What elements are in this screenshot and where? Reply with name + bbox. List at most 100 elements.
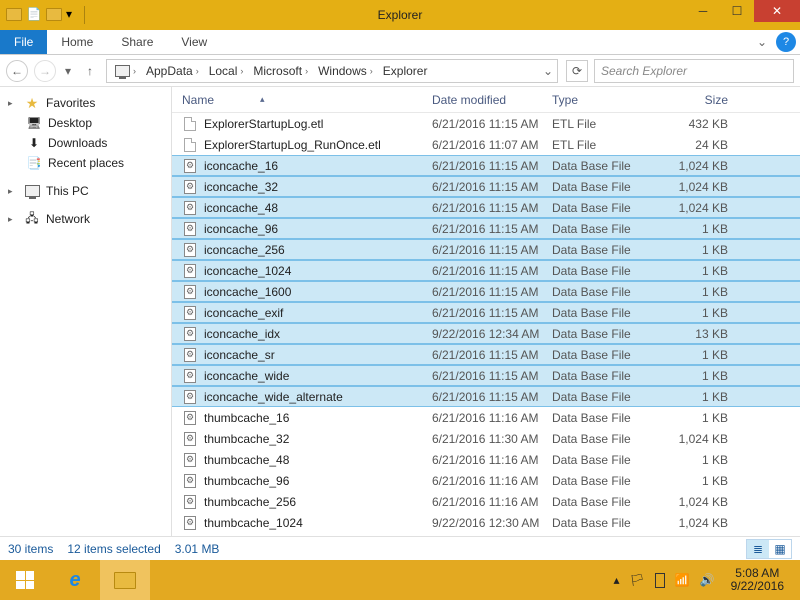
tray-up-icon[interactable]: ▴	[613, 573, 619, 587]
table-row[interactable]: iconcache_idx9/22/2016 12:34 AMData Base…	[172, 323, 800, 344]
file-date: 6/21/2016 11:15 AM	[432, 390, 552, 404]
address-bar: ← → ▾ ↑ › AppData› Local› Microsoft› Win…	[0, 55, 800, 87]
file-name: thumbcache_96	[204, 474, 289, 488]
table-row[interactable]: iconcache_486/21/2016 11:15 AMData Base …	[172, 197, 800, 218]
minimize-button[interactable]: ─	[686, 0, 720, 22]
table-row[interactable]: iconcache_wide_alternate6/21/2016 11:15 …	[172, 386, 800, 407]
sidebar-item-downloads[interactable]: ⬇Downloads	[0, 133, 171, 153]
database-icon	[182, 221, 198, 237]
breadcrumb-item[interactable]: AppData›	[142, 60, 203, 82]
breadcrumb-computer-icon[interactable]: ›	[111, 60, 140, 82]
back-button[interactable]: ←	[6, 60, 28, 82]
file-date: 6/21/2016 11:15 AM	[432, 348, 552, 362]
qat-newfolder-icon[interactable]	[46, 6, 62, 22]
table-row[interactable]: ExplorerStartupLog_RunOnce.etl6/21/2016 …	[172, 134, 800, 155]
file-name: thumbcache_32	[204, 432, 289, 446]
start-button[interactable]	[0, 560, 50, 600]
taskbar: e ▴ 🏳 📶 🔊 5:08 AM 9/22/2016	[0, 560, 800, 600]
table-row[interactable]: iconcache_16006/21/2016 11:15 AMData Bas…	[172, 281, 800, 302]
column-date[interactable]: Date modified	[432, 93, 552, 107]
file-type: Data Base File	[552, 369, 662, 383]
file-tab[interactable]: File	[0, 30, 47, 54]
table-row[interactable]: iconcache_966/21/2016 11:15 AMData Base …	[172, 218, 800, 239]
downloads-icon: ⬇	[26, 135, 42, 151]
file-size: 1 KB	[662, 222, 742, 236]
sidebar-network[interactable]: ▸ 🖧 Network	[0, 209, 171, 229]
taskbar-ie[interactable]: e	[50, 560, 100, 600]
table-row[interactable]: thumbcache_166/21/2016 11:16 AMData Base…	[172, 407, 800, 428]
table-row[interactable]: thumbcache_326/21/2016 11:30 AMData Base…	[172, 428, 800, 449]
tray-clock[interactable]: 5:08 AM 9/22/2016	[725, 567, 790, 593]
tab-view[interactable]: View	[167, 30, 221, 54]
tray-battery-icon[interactable]	[655, 573, 665, 588]
file-date: 6/21/2016 11:16 AM	[432, 411, 552, 425]
file-name: iconcache_wide	[204, 369, 289, 383]
file-date: 6/21/2016 11:15 AM	[432, 180, 552, 194]
database-icon	[182, 242, 198, 258]
tab-home[interactable]: Home	[47, 30, 107, 54]
column-size[interactable]: Size	[662, 93, 742, 107]
file-name: iconcache_32	[204, 180, 278, 194]
column-name[interactable]: Name▴	[172, 93, 432, 107]
file-size: 1,024 KB	[662, 180, 742, 194]
table-row[interactable]: iconcache_166/21/2016 11:15 AMData Base …	[172, 155, 800, 176]
table-row[interactable]: thumbcache_966/21/2016 11:16 AMData Base…	[172, 470, 800, 491]
view-details-button[interactable]: ≣	[747, 540, 769, 558]
column-type[interactable]: Type	[552, 93, 662, 107]
qat-dropdown-icon[interactable]: ▾	[66, 6, 76, 22]
file-date: 6/21/2016 11:07 AM	[432, 138, 552, 152]
help-icon[interactable]: ?	[776, 32, 796, 52]
breadcrumb[interactable]: › AppData› Local› Microsoft› Windows› Ex…	[106, 59, 558, 83]
database-icon	[182, 410, 198, 426]
breadcrumb-item[interactable]: Windows›	[314, 60, 377, 82]
database-icon	[182, 368, 198, 384]
tray-action-center-icon[interactable]: 🏳	[629, 573, 644, 587]
breadcrumb-item[interactable]: Local›	[205, 60, 248, 82]
tab-share[interactable]: Share	[107, 30, 167, 54]
table-row[interactable]: iconcache_326/21/2016 11:15 AMData Base …	[172, 176, 800, 197]
qat-properties-icon[interactable]: 📄	[26, 6, 42, 22]
expand-ribbon-icon[interactable]: ⌄	[752, 30, 772, 54]
status-selection: 12 items selected	[67, 542, 160, 556]
database-icon	[182, 284, 198, 300]
database-icon	[182, 263, 198, 279]
forward-button[interactable]: →	[34, 60, 56, 82]
breadcrumb-item[interactable]: Explorer	[379, 60, 432, 82]
history-dropdown-icon[interactable]: ▾	[62, 64, 74, 78]
file-size: 1,024 KB	[662, 432, 742, 446]
star-icon: ★	[24, 95, 40, 111]
table-row[interactable]: thumbcache_10249/22/2016 12:30 AMData Ba…	[172, 512, 800, 533]
sidebar-item-desktop[interactable]: 🖥Desktop	[0, 113, 171, 133]
table-row[interactable]: iconcache_sr6/21/2016 11:15 AMData Base …	[172, 344, 800, 365]
file-name: ExplorerStartupLog.etl	[204, 117, 323, 131]
tray-sound-icon[interactable]: 🔊	[700, 573, 715, 587]
file-name: iconcache_1600	[204, 285, 291, 299]
table-row[interactable]: thumbcache_486/21/2016 11:16 AMData Base…	[172, 449, 800, 470]
caret-icon: ▸	[8, 214, 18, 225]
sidebar-thispc[interactable]: ▸ This PC	[0, 181, 171, 201]
database-icon	[182, 326, 198, 342]
search-input[interactable]: Search Explorer	[594, 59, 794, 83]
table-row[interactable]: ExplorerStartupLog.etl6/21/2016 11:15 AM…	[172, 113, 800, 134]
breadcrumb-item[interactable]: Microsoft›	[249, 60, 312, 82]
sidebar-favorites[interactable]: ▸ ★ Favorites	[0, 93, 171, 113]
maximize-button[interactable]: ☐	[720, 0, 754, 22]
window-title: Explorer	[378, 8, 423, 22]
status-count: 30 items	[8, 542, 53, 556]
database-icon	[182, 158, 198, 174]
taskbar-explorer[interactable]	[100, 560, 150, 600]
up-button[interactable]: ↑	[80, 60, 100, 82]
sidebar-item-recent[interactable]: 📑Recent places	[0, 153, 171, 173]
refresh-button[interactable]: ⟳	[566, 60, 588, 82]
table-row[interactable]: thumbcache_2566/21/2016 11:16 AMData Bas…	[172, 491, 800, 512]
file-list[interactable]: Name▴ Date modified Type Size ExplorerSt…	[172, 87, 800, 536]
breadcrumb-dropdown-icon[interactable]: ⌄	[543, 64, 553, 78]
view-icons-button[interactable]: ▦	[769, 540, 791, 558]
close-button[interactable]: ✕	[754, 0, 800, 22]
table-row[interactable]: iconcache_10246/21/2016 11:15 AMData Bas…	[172, 260, 800, 281]
file-name: iconcache_sr	[204, 348, 275, 362]
table-row[interactable]: iconcache_wide6/21/2016 11:15 AMData Bas…	[172, 365, 800, 386]
table-row[interactable]: iconcache_2566/21/2016 11:15 AMData Base…	[172, 239, 800, 260]
table-row[interactable]: iconcache_exif6/21/2016 11:15 AMData Bas…	[172, 302, 800, 323]
tray-network-icon[interactable]: 📶	[675, 573, 690, 587]
